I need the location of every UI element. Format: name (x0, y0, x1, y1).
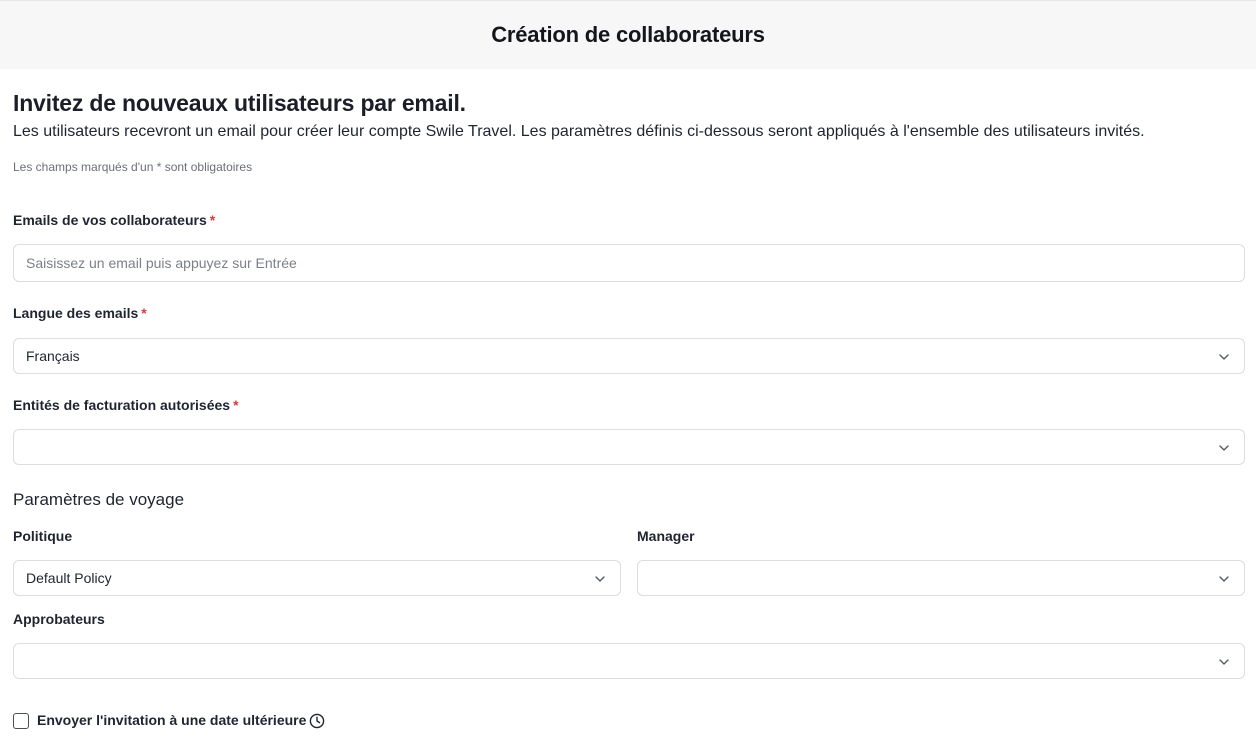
chevron-down-icon (1219, 354, 1229, 360)
clock-icon (309, 713, 325, 729)
language-select-value: Français (26, 348, 80, 364)
manager-label: Manager (637, 528, 695, 544)
schedule-invitation-checkbox[interactable] (13, 713, 29, 729)
approvers-label: Approbateurs (13, 611, 105, 627)
billing-entities-select[interactable] (13, 429, 1245, 465)
required-mark: * (209, 212, 216, 228)
emails-input[interactable] (26, 245, 1232, 281)
required-fields-note: Les champs marqués d'un * sont obligatoi… (13, 160, 253, 174)
required-mark: * (233, 397, 239, 413)
policy-select-value: Default Policy (26, 570, 112, 586)
emails-field[interactable] (13, 244, 1245, 282)
page-header: Création de collaborateurs (0, 0, 1256, 69)
language-select[interactable]: Français (13, 338, 1245, 374)
billing-label-text: Entités de facturation autorisées (13, 397, 231, 413)
billing-label: Entités de facturation autorisées * (13, 397, 239, 413)
required-mark: * (141, 305, 147, 321)
chevron-down-icon (595, 576, 605, 582)
policy-select[interactable]: Default Policy (13, 560, 621, 596)
language-label-text: Langue des emails (13, 305, 139, 321)
page-title: Création de collaborateurs (491, 22, 765, 47)
travel-settings-heading: Paramètres de voyage (13, 490, 185, 509)
invite-description: Les utilisateurs recevront un email pour… (13, 123, 1145, 140)
language-label: Langue des emails * (13, 305, 147, 321)
manager-select[interactable] (637, 560, 1245, 596)
invite-title: Invitez de nouveaux utilisateurs par ema… (13, 90, 466, 116)
approvers-select[interactable] (13, 643, 1245, 679)
chevron-down-icon (1219, 659, 1229, 665)
emails-label-text: Emails de vos collaborateurs (13, 212, 207, 228)
emails-label: Emails de vos collaborateurs * (13, 212, 215, 228)
schedule-invitation-label[interactable]: Envoyer l'invitation à une date ultérieu… (37, 712, 306, 728)
chevron-down-icon (1219, 445, 1229, 451)
policy-label: Politique (13, 528, 73, 544)
chevron-down-icon (1219, 576, 1229, 582)
